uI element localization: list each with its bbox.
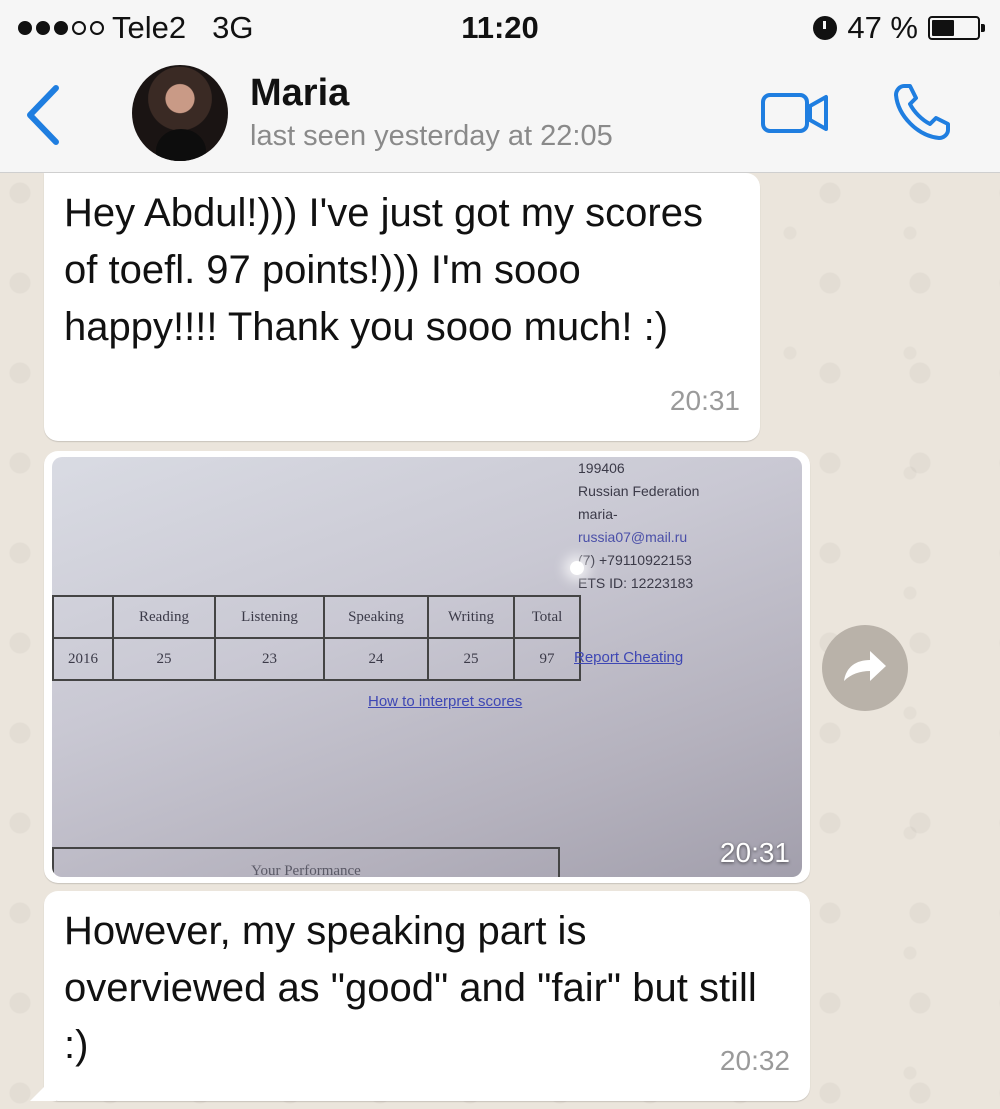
address-line: russia07@mail.ru <box>578 529 688 545</box>
forward-button[interactable] <box>822 625 908 711</box>
table-cell: 24 <box>323 637 429 681</box>
camera-glare <box>570 561 584 575</box>
report-cheating-link: Report Cheating <box>574 649 684 666</box>
message-time: 20:31 <box>669 385 740 416</box>
table-header: Writing <box>427 595 515 639</box>
battery-percent: 47 % <box>847 10 918 45</box>
chat-area[interactable]: Hey Abdul!))) I've just got my scores of… <box>0 173 1000 1109</box>
alarm-icon <box>813 16 838 40</box>
table-cell: 97 <box>513 637 581 681</box>
table-cell: 25 <box>427 637 515 681</box>
status-right: 47 % <box>813 10 985 46</box>
battery-icon <box>928 16 985 40</box>
contact-name[interactable]: Maria <box>250 72 349 115</box>
table-row: 2016 25 23 24 25 97 <box>52 637 581 681</box>
chat-header: Maria last seen yesterday at 22:05 <box>0 58 1000 173</box>
table-header <box>52 595 114 639</box>
score-table: Reading Listening Speaking Writing Total… <box>52 595 581 681</box>
performance-box: Your Performance <box>52 847 560 877</box>
forward-arrow-icon <box>844 651 886 681</box>
message-time: 20:32 <box>719 1045 790 1076</box>
message-text: However, my speaking part is overviewed … <box>64 909 757 1067</box>
table-header-row: Reading Listening Speaking Writing Total <box>52 595 581 639</box>
table-cell: 2016 <box>52 637 114 681</box>
table-header: Speaking <box>323 595 429 639</box>
message-bubble[interactable]: Hey Abdul!))) I've just got my scores of… <box>44 173 760 441</box>
table-cell: 25 <box>112 637 216 681</box>
photo-message[interactable]: 199406 Russian Federation maria- russia0… <box>44 451 810 883</box>
video-camera-icon[interactable] <box>760 90 830 136</box>
phone-icon[interactable] <box>890 80 954 144</box>
address-line: 199406 <box>578 460 625 476</box>
table-header: Total <box>513 595 581 639</box>
table-header: Reading <box>112 595 216 639</box>
message-bubble[interactable]: However, my speaking part is overviewed … <box>44 891 810 1101</box>
interpret-scores-link: How to interpret scores <box>368 693 523 710</box>
chevron-left-icon[interactable] <box>20 80 66 150</box>
address-line: Russian Federation <box>578 483 700 499</box>
address-block: 199406 Russian Federation maria- russia0… <box>578 457 699 595</box>
status-bar: Tele2 3G 11:20 47 % <box>0 0 1000 58</box>
table-header: Listening <box>214 595 325 639</box>
last-seen-status: last seen yesterday at 22:05 <box>250 120 613 152</box>
table-cell: 23 <box>214 637 325 681</box>
address-line: ETS ID: 12223183 <box>578 575 694 591</box>
avatar[interactable] <box>132 65 228 161</box>
address-line: maria- <box>578 506 618 522</box>
message-text: Hey Abdul!))) I've just got my scores of… <box>64 191 703 349</box>
message-time: 20:31 <box>719 837 790 868</box>
address-line: (7) +79110922153 <box>578 552 692 568</box>
toefl-score-photo[interactable]: 199406 Russian Federation maria- russia0… <box>52 457 802 877</box>
